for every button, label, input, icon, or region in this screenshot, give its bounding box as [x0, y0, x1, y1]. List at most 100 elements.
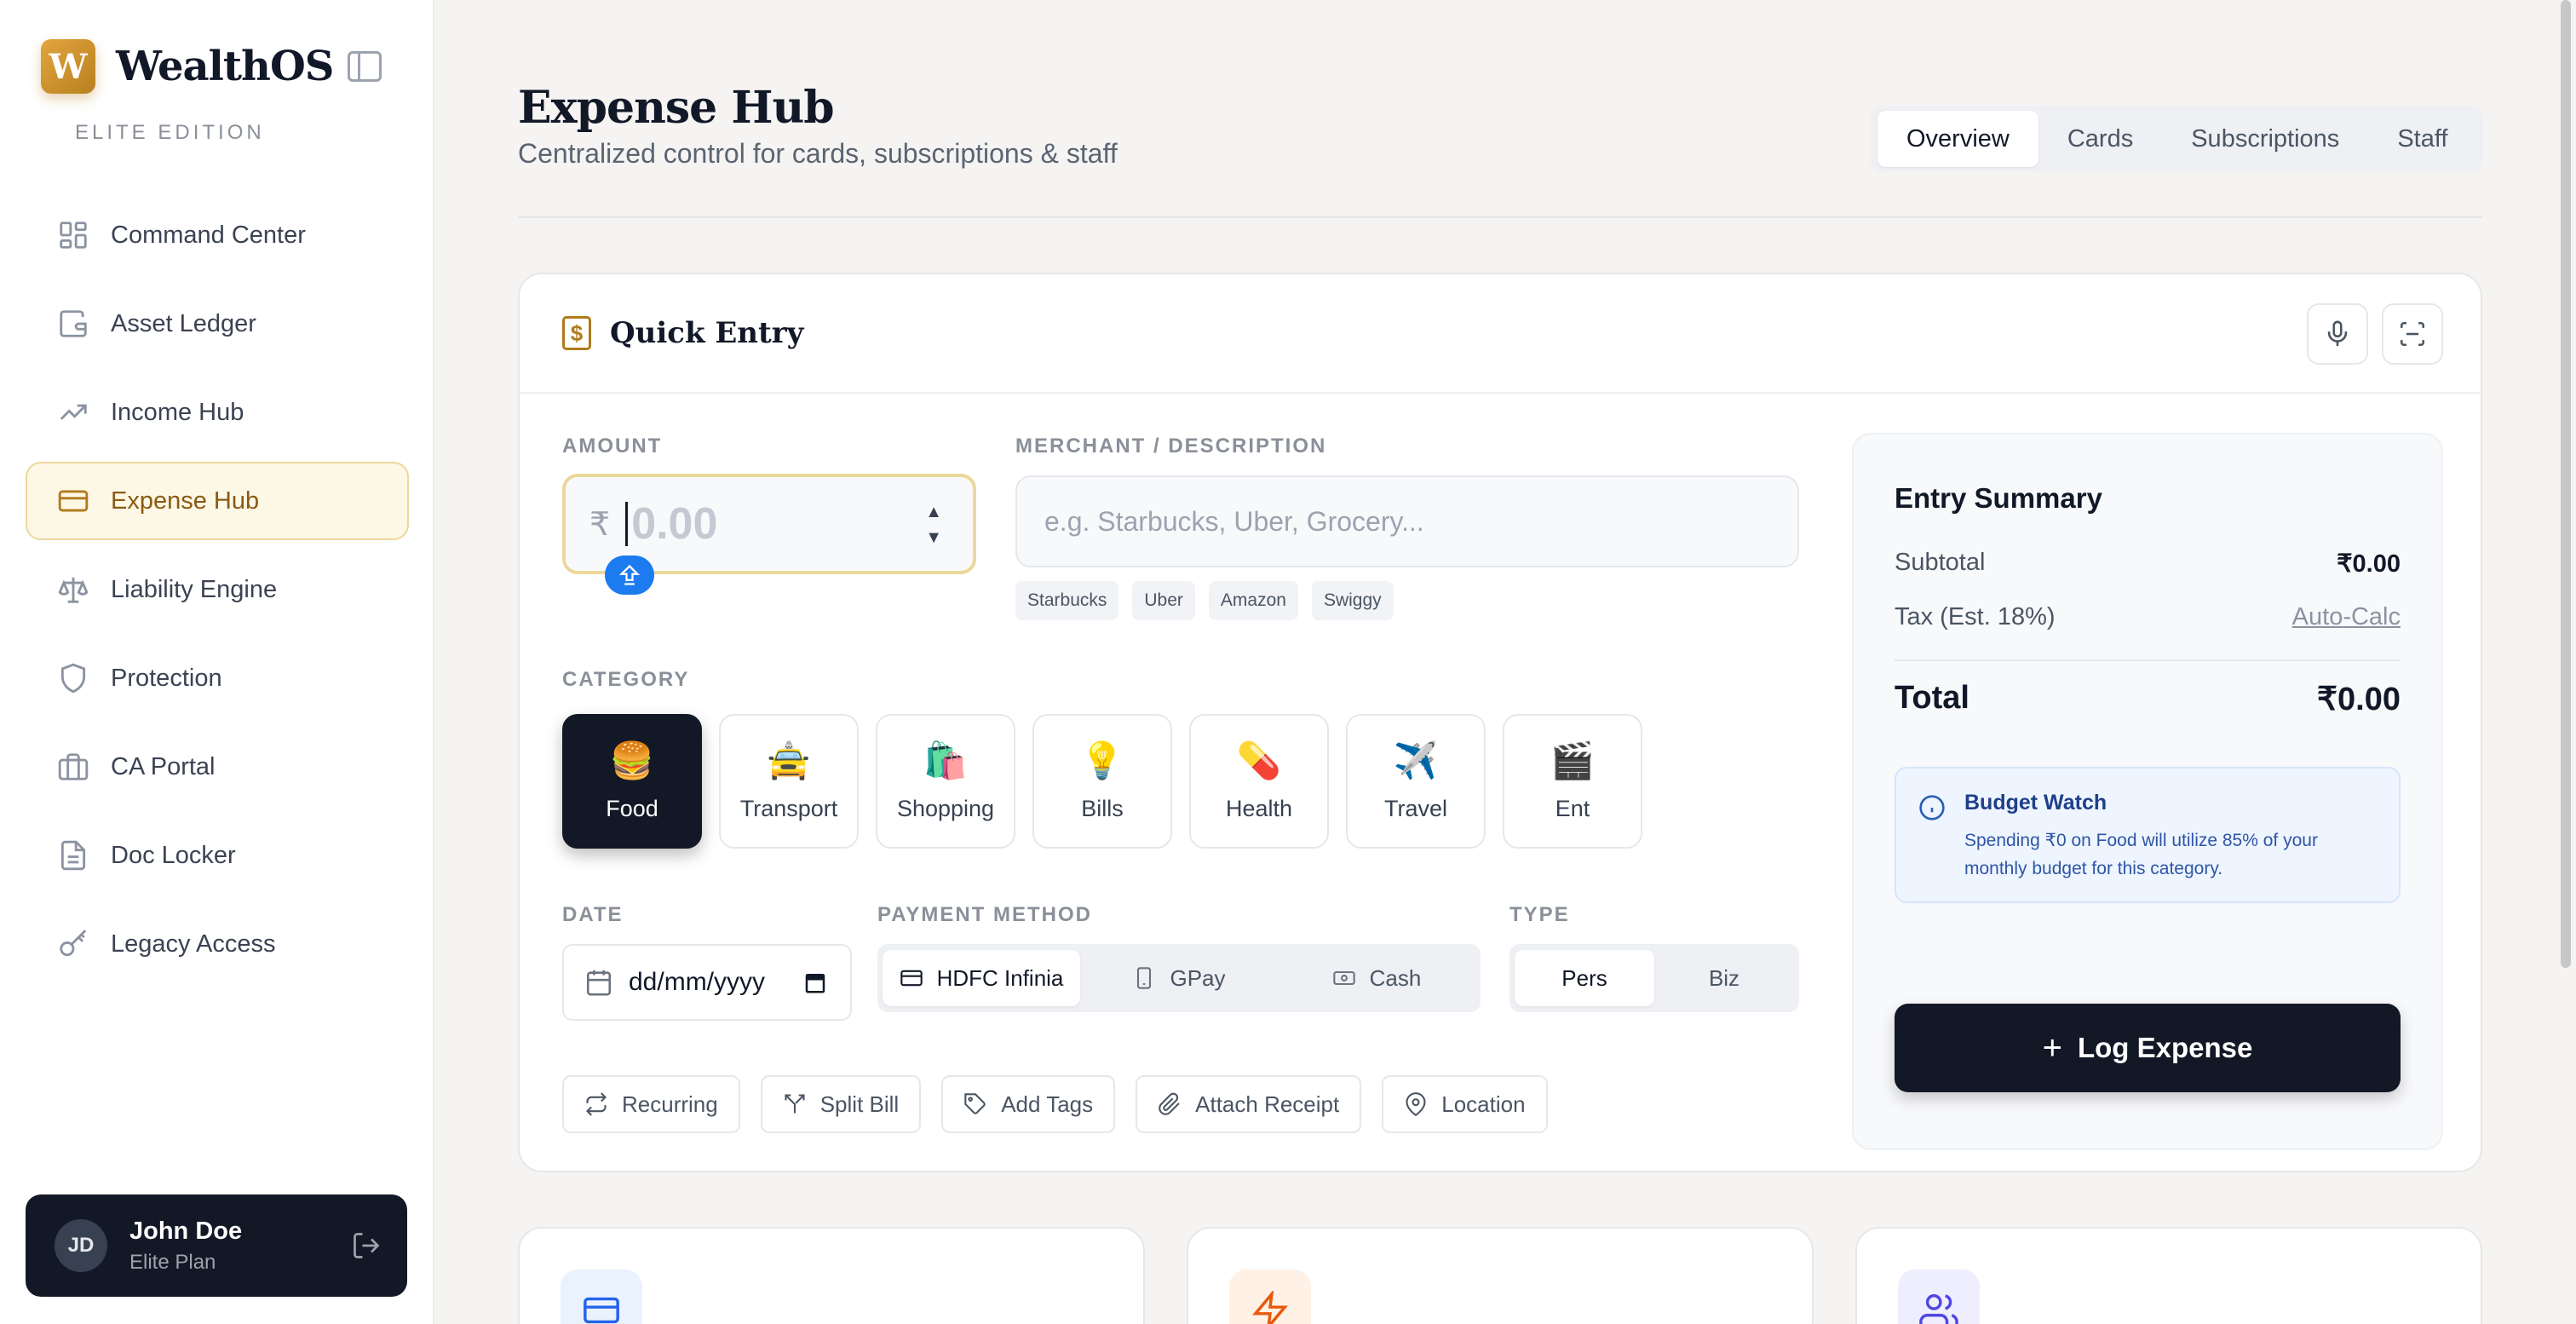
scale-icon — [56, 573, 90, 607]
sidebar-item-label: Command Center — [111, 221, 306, 249]
tab-subscriptions[interactable]: Subscriptions — [2162, 111, 2368, 167]
avatar: JD — [55, 1219, 107, 1272]
sidebar-item-expense-hub[interactable]: Expense Hub — [26, 462, 409, 540]
tab-staff[interactable]: Staff — [2368, 111, 2476, 167]
suggestion-chip[interactable]: Amazon — [1208, 581, 1298, 620]
suggestion-chip[interactable]: Swiggy — [1311, 581, 1394, 620]
sidebar-item-protection[interactable]: Protection — [26, 639, 409, 717]
payment-option-hdfc[interactable]: HDFC Infinia — [883, 950, 1080, 1006]
recurring-button[interactable]: Recurring — [562, 1075, 740, 1133]
burger-icon: 🍔 — [609, 740, 655, 780]
light-bulb-icon: 💡 — [1079, 740, 1125, 780]
payment-option-cash[interactable]: Cash — [1278, 950, 1475, 1006]
user-card[interactable]: JD John Doe Elite Plan — [26, 1194, 407, 1297]
summary-title: Entry Summary — [1895, 482, 2102, 514]
category-health[interactable]: 💊 Health — [1189, 714, 1329, 849]
tab-overview[interactable]: Overview — [1877, 111, 2038, 167]
sidebar-item-ca-portal[interactable]: CA Portal — [26, 728, 409, 806]
amount-assist-button[interactable] — [605, 556, 654, 595]
sidebar-item-command-center[interactable]: Command Center — [26, 196, 409, 274]
sidebar-toggle-icon[interactable] — [348, 51, 382, 82]
page-scrollbar[interactable] — [2561, 0, 2571, 968]
merchant-field[interactable] — [1015, 475, 1799, 567]
category-label: CATEGORY — [562, 668, 690, 691]
category-transport[interactable]: 🚖 Transport — [719, 714, 859, 849]
phone-icon — [1137, 967, 1152, 989]
total-value: ₹0.00 — [2316, 682, 2401, 717]
category-food[interactable]: 🍔 Food — [562, 714, 702, 849]
wallet-icon — [56, 307, 90, 341]
suggestion-chip[interactable]: Starbucks — [1015, 581, 1119, 620]
sidebar-item-label: Legacy Access — [111, 930, 276, 958]
category-label-text: Ent — [1555, 796, 1590, 821]
amount-stepper[interactable]: ▲ ▼ — [925, 499, 942, 550]
quick-entry-title: Quick Entry — [610, 316, 804, 350]
file-icon — [56, 838, 90, 872]
budget-watch-title: Budget Watch — [1964, 791, 2107, 815]
tax-autocalc-link[interactable]: Auto-Calc — [2292, 603, 2401, 631]
summary-subtotal-row: Subtotal ₹0.00 — [1895, 549, 2401, 579]
sidebar-item-label: Income Hub — [111, 398, 244, 426]
category-label-text: Shopping — [896, 796, 995, 821]
category-shopping[interactable]: 🛍️ Shopping — [876, 714, 1015, 849]
cards-overview-card[interactable] — [518, 1227, 1145, 1324]
location-button[interactable]: Location — [1382, 1075, 1548, 1133]
user-info: John Doe Elite Plan — [129, 1218, 242, 1275]
budget-watch-text: Spending ₹0 on Food will utilize 85% of … — [1964, 831, 2318, 878]
sidebar-item-income-hub[interactable]: Income Hub — [26, 373, 409, 452]
total-label: Total — [1895, 680, 1969, 716]
action-label: Location — [1441, 1091, 1526, 1117]
date-label: DATE — [562, 903, 624, 926]
credit-card-icon — [561, 1269, 642, 1324]
type-option-business[interactable]: Biz — [1654, 950, 1794, 1006]
date-value: dd/mm/yyyy — [629, 968, 766, 996]
tag-icon — [964, 1093, 986, 1114]
microphone-icon — [2327, 320, 2348, 347]
add-tags-button[interactable]: Add Tags — [941, 1075, 1116, 1133]
summary-divider — [1895, 659, 2401, 661]
brand-name: WealthOS — [116, 43, 334, 90]
microphone-button[interactable] — [2307, 303, 2368, 365]
split-bill-button[interactable]: Split Bill — [760, 1075, 922, 1133]
calendar-picker-icon[interactable] — [802, 970, 828, 995]
date-field[interactable]: dd/mm/yyyy — [562, 944, 852, 1021]
brand-edition: ELITE EDITION — [75, 121, 265, 144]
sidebar-item-label: Asset Ledger — [111, 309, 256, 337]
subscriptions-overview-card[interactable] — [1187, 1227, 1814, 1324]
action-label: Split Bill — [819, 1091, 900, 1117]
entry-actions: Recurring Split Bill Add Tags Attach Rec… — [562, 1075, 1568, 1133]
tab-cards[interactable]: Cards — [2038, 111, 2162, 167]
subtotal-label: Subtotal — [1895, 549, 1986, 576]
category-label-text: Health — [1225, 796, 1293, 821]
suggestion-chip[interactable]: Uber — [1132, 581, 1195, 620]
sidebar-item-label: Expense Hub — [111, 486, 260, 515]
sidebar-item-liability-engine[interactable]: Liability Engine — [26, 550, 409, 629]
payment-option-gpay[interactable]: GPay — [1080, 950, 1278, 1006]
sidebar-item-asset-ledger[interactable]: Asset Ledger — [26, 285, 409, 363]
sidebar-item-legacy-access[interactable]: Legacy Access — [26, 905, 409, 983]
pill-icon: 💊 — [1236, 740, 1282, 780]
sidebar-item-doc-locker[interactable]: Doc Locker — [26, 816, 409, 895]
log-expense-label: Log Expense — [2077, 1032, 2253, 1063]
staff-overview-card[interactable] — [1855, 1227, 2482, 1324]
category-travel[interactable]: ✈️ Travel — [1346, 714, 1486, 849]
logout-icon[interactable] — [351, 1230, 382, 1261]
info-icon — [1919, 795, 1945, 820]
view-tabs: Overview Cards Subscriptions Staff — [1871, 106, 2484, 172]
scan-button[interactable] — [2382, 303, 2443, 365]
dollar-receipt-icon: $ — [562, 316, 591, 350]
log-expense-button[interactable]: + Log Expense — [1895, 1004, 2401, 1092]
airplane-icon: ✈️ — [1393, 740, 1439, 780]
attach-receipt-button[interactable]: Attach Receipt — [1136, 1075, 1362, 1133]
category-bills[interactable]: 💡 Bills — [1032, 714, 1172, 849]
category-ent[interactable]: 🎬 Ent — [1503, 714, 1642, 849]
type-option-personal[interactable]: Pers — [1515, 950, 1654, 1006]
page-title: Expense Hub — [518, 82, 835, 134]
summary-tax-row: Tax (Est. 18%) Auto-Calc — [1895, 603, 2401, 631]
amount-input[interactable] — [631, 498, 888, 550]
scan-icon — [2400, 321, 2425, 347]
merchant-input[interactable] — [1044, 505, 1797, 538]
brand[interactable]: W WealthOS — [41, 39, 334, 94]
text-caret — [625, 502, 629, 546]
payment-option-label: HDFC Infinia — [936, 964, 1064, 991]
